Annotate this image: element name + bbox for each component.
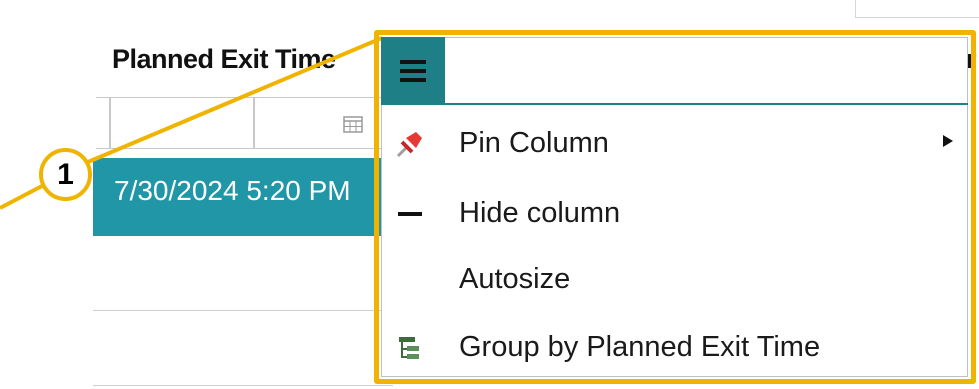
callout-marker: 1: [39, 148, 92, 201]
highlight-box: [374, 30, 976, 384]
